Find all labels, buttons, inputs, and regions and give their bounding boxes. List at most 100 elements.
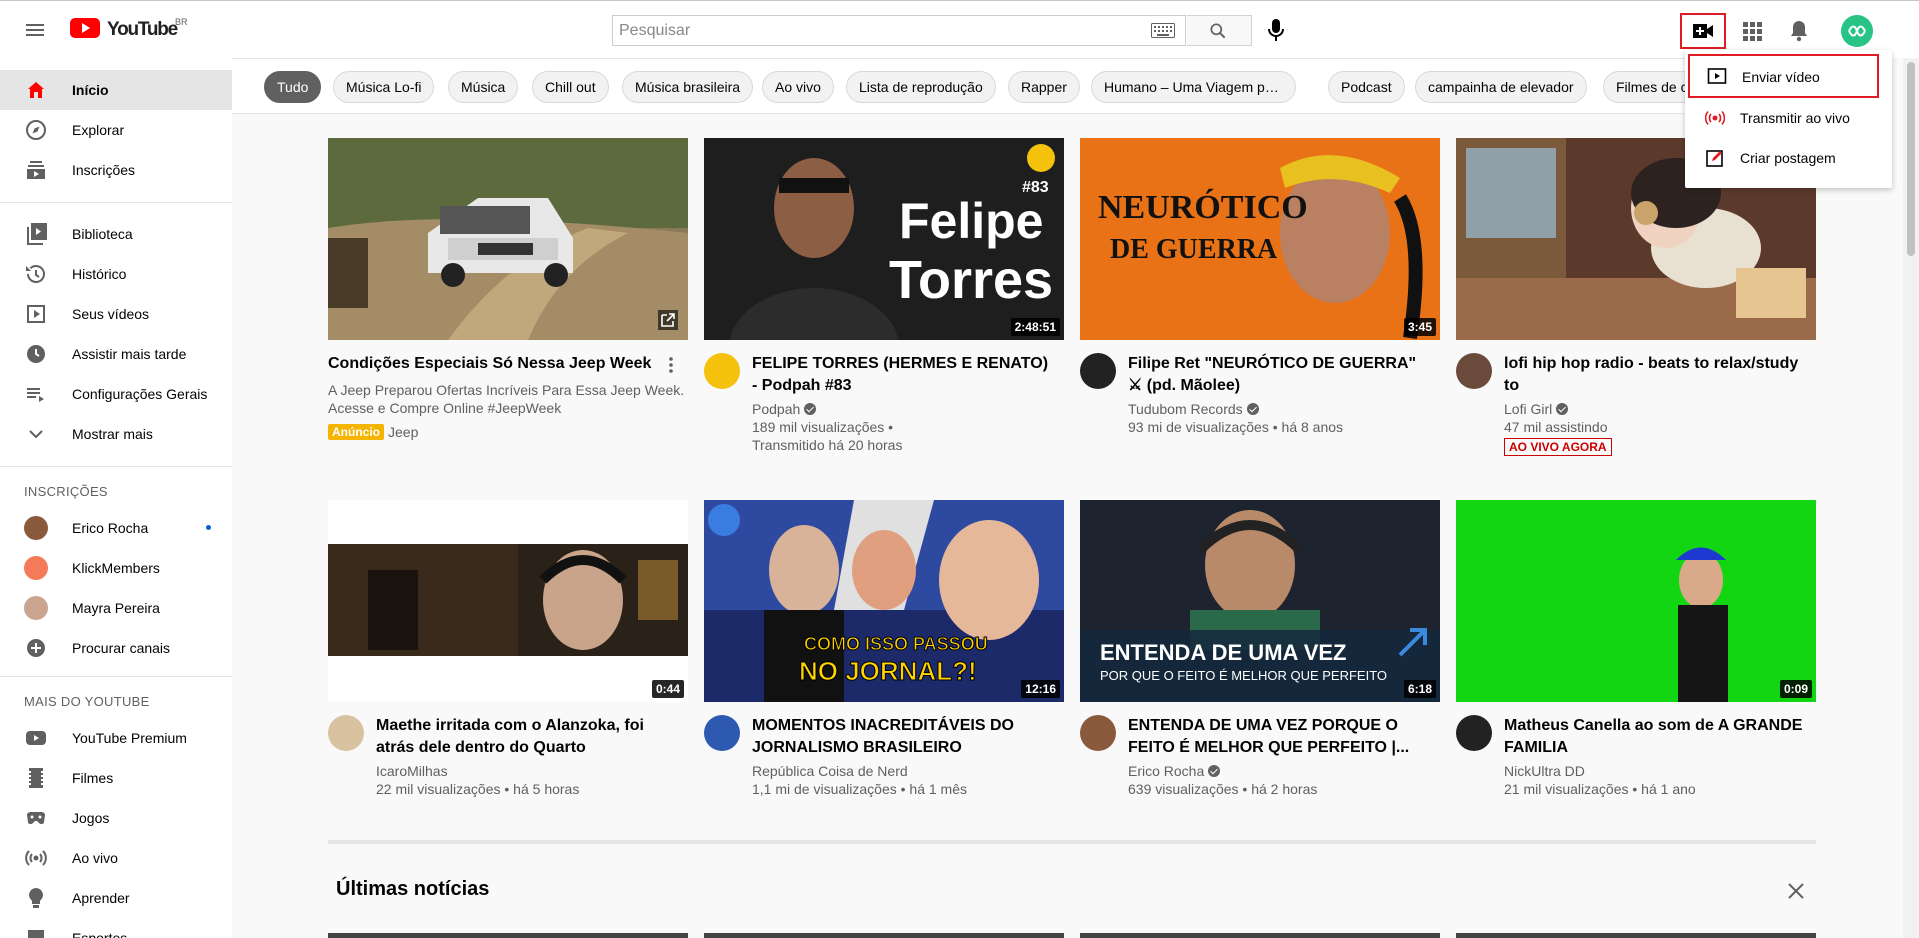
more-vert-icon[interactable]: [668, 356, 674, 374]
sidebar-item-your-videos[interactable]: Seus vídeos: [0, 294, 232, 334]
chip-all[interactable]: Tudo: [264, 71, 322, 103]
video-card[interactable]: COMO ISSO PASSOU NO JORNAL?! 12:16 MOMEN…: [704, 500, 1064, 830]
sidebar-item-watch-later[interactable]: Assistir mais tarde: [0, 334, 232, 374]
avatar-logo-icon: [1848, 25, 1866, 37]
video-title[interactable]: Matheus Canella ao som de A GRANDE FAMIL…: [1504, 715, 1804, 759]
video-thumbnail[interactable]: 0:44: [328, 500, 688, 702]
upload-video-menu-item[interactable]: Enviar vídeo: [1688, 54, 1879, 98]
create-video-button[interactable]: [1680, 13, 1726, 49]
sidebar-item-subscription[interactable]: Mayra Pereira: [0, 588, 232, 628]
keyboard-icon[interactable]: [1151, 23, 1175, 38]
channel-name[interactable]: Podpah: [752, 401, 817, 417]
channel-name[interactable]: Tudubom Records: [1128, 401, 1259, 417]
chip-elevator-bell[interactable]: campainha de elevador: [1415, 71, 1587, 103]
channel-name[interactable]: Lofi Girl: [1504, 401, 1569, 417]
video-card[interactable]: ENTENDA DE UMA VEZ POR QUE O FEITO É MEL…: [1080, 500, 1440, 830]
youtube-home: YouTube BR Enviar vídeo Transmitir ao vi…: [0, 0, 1919, 938]
mic-icon[interactable]: [1264, 17, 1288, 43]
video-card[interactable]: NEURÓTICO DE GUERRA 3:45 Filipe Ret "NEU…: [1080, 138, 1440, 468]
video-title[interactable]: FELIPE TORRES (HERMES E RENATO) - Podpah…: [752, 353, 1052, 397]
sidebar-item-explore[interactable]: Explorar: [0, 110, 232, 150]
video-title[interactable]: Maethe irritada com o Alanzoka, foi atrá…: [376, 715, 676, 759]
jeep-thumbnail-image: [328, 138, 688, 340]
avatar[interactable]: [1841, 15, 1873, 47]
chip-playlist[interactable]: Lista de reprodução: [846, 71, 996, 103]
ad-advertiser[interactable]: Jeep: [388, 424, 418, 440]
sidebar-item-premium[interactable]: YouTube Premium: [0, 718, 232, 758]
channel-avatar[interactable]: [1456, 353, 1492, 389]
sidebar-item-subscription[interactable]: Erico Rocha: [0, 508, 232, 548]
ad-thumbnail[interactable]: [328, 138, 688, 340]
sidebar-item-library[interactable]: Biblioteca: [0, 214, 232, 254]
sidebar-item-learning[interactable]: Aprender: [0, 878, 232, 918]
channel-avatar[interactable]: [704, 353, 740, 389]
external-link-icon[interactable]: [658, 310, 678, 330]
go-live-menu-item[interactable]: Transmitir ao vivo: [1685, 98, 1892, 138]
sidebar-item-playlist[interactable]: Configurações Gerais: [0, 374, 232, 414]
channel-name[interactable]: Erico Rocha: [1128, 763, 1221, 779]
sidebar-item-movies[interactable]: Filmes: [0, 758, 232, 798]
chip-rapper[interactable]: Rapper: [1008, 71, 1080, 103]
apps-grid-icon[interactable]: [1740, 19, 1764, 43]
video-thumbnail[interactable]: 0:09: [1456, 500, 1816, 702]
chip-lofi[interactable]: Música Lo-fi: [333, 71, 435, 103]
menu-icon[interactable]: [20, 18, 50, 42]
chip-music[interactable]: Música: [448, 71, 519, 103]
bell-icon[interactable]: [1787, 18, 1811, 44]
channel-name[interactable]: NickUltra DD: [1504, 763, 1585, 779]
sidebar-item-sports[interactable]: Esportes: [0, 918, 232, 938]
menu-item-label: Criar postagem: [1740, 150, 1836, 166]
sidebar-item-home[interactable]: Início: [0, 70, 232, 110]
chip-humano[interactable]: Humano – Uma Viagem pela ...: [1091, 71, 1296, 103]
scrollbar-thumb[interactable]: [1907, 62, 1915, 256]
subscriptions-heading: INSCRIÇÕES: [24, 484, 108, 499]
country-code: BR: [175, 17, 188, 27]
news-thumbnail-peek[interactable]: [704, 933, 1064, 938]
channel-avatar: [24, 596, 48, 620]
sidebar-item-subscription[interactable]: KlickMembers: [0, 548, 232, 588]
video-thumbnail[interactable]: COMO ISSO PASSOU NO JORNAL?! 12:16: [704, 500, 1064, 702]
chip-chill-out[interactable]: Chill out: [532, 71, 609, 103]
gaming-icon: [27, 812, 45, 825]
chip-live[interactable]: Ao vivo: [762, 71, 834, 103]
youtube-logo[interactable]: YouTube BR: [70, 17, 190, 43]
chip-movies[interactable]: Filmes de c: [1603, 71, 1686, 103]
sidebar-divider: [0, 202, 232, 203]
channel-avatar[interactable]: [1080, 715, 1116, 751]
sidebar-item-subscriptions[interactable]: Inscrições: [0, 150, 232, 190]
sidebar-item-show-more[interactable]: Mostrar mais: [0, 414, 232, 454]
search-input[interactable]: [613, 16, 1133, 45]
ad-title[interactable]: Condições Especiais Só Nessa Jeep Week: [328, 353, 658, 375]
channel-avatar[interactable]: [1080, 353, 1116, 389]
video-title[interactable]: lofi hip hop radio - beats to relax/stud…: [1504, 353, 1804, 397]
video-thumbnail[interactable]: ENTENDA DE UMA VEZ POR QUE O FEITO É MEL…: [1080, 500, 1440, 702]
video-title[interactable]: MOMENTOS INACREDITÁVEIS DO JORNALISMO BR…: [752, 715, 1052, 759]
sidebar-item-label: Configurações Gerais: [72, 386, 208, 402]
channel-name[interactable]: IcaroMilhas: [376, 763, 448, 779]
channel-avatar[interactable]: [1456, 715, 1492, 751]
create-post-menu-item[interactable]: Criar postagem: [1685, 138, 1892, 178]
video-thumbnail[interactable]: Felipe Torres #83 2:48:51: [704, 138, 1064, 340]
sidebar-item-browse-channels[interactable]: Procurar canais: [0, 628, 232, 668]
channel-avatar[interactable]: [704, 715, 740, 751]
channel-name[interactable]: República Coisa de Nerd: [752, 763, 908, 779]
close-icon[interactable]: [1785, 880, 1807, 902]
verified-icon: [804, 403, 817, 415]
video-title[interactable]: Filipe Ret "NEURÓTICO DE GUERRA" ⚔ (pd. …: [1128, 353, 1428, 397]
sidebar-item-history[interactable]: Histórico: [0, 254, 232, 294]
sidebar-item-live[interactable]: Ao vivo: [0, 838, 232, 878]
search-button[interactable]: [1187, 15, 1252, 46]
news-thumbnail-peek[interactable]: [1080, 933, 1440, 938]
video-card[interactable]: 0:44 Maethe irritada com o Alanzoka, foi…: [328, 500, 688, 830]
video-card[interactable]: 0:09 Matheus Canella ao som de A GRANDE …: [1456, 500, 1816, 830]
ad-card[interactable]: Condições Especiais Só Nessa Jeep Week A…: [328, 138, 688, 468]
video-card[interactable]: Felipe Torres #83 2:48:51 FELIPE TORRES …: [704, 138, 1064, 468]
news-thumbnail-peek[interactable]: [328, 933, 688, 938]
news-thumbnail-peek[interactable]: [1456, 933, 1816, 938]
video-thumbnail[interactable]: NEURÓTICO DE GUERRA 3:45: [1080, 138, 1440, 340]
channel-avatar[interactable]: [328, 715, 364, 751]
sidebar-item-gaming[interactable]: Jogos: [0, 798, 232, 838]
video-title[interactable]: ENTENDA DE UMA VEZ PORQUE O FEITO É MELH…: [1128, 715, 1428, 759]
chip-brazilian-music[interactable]: Música brasileira: [622, 71, 754, 103]
chip-podcast[interactable]: Podcast: [1328, 71, 1405, 103]
